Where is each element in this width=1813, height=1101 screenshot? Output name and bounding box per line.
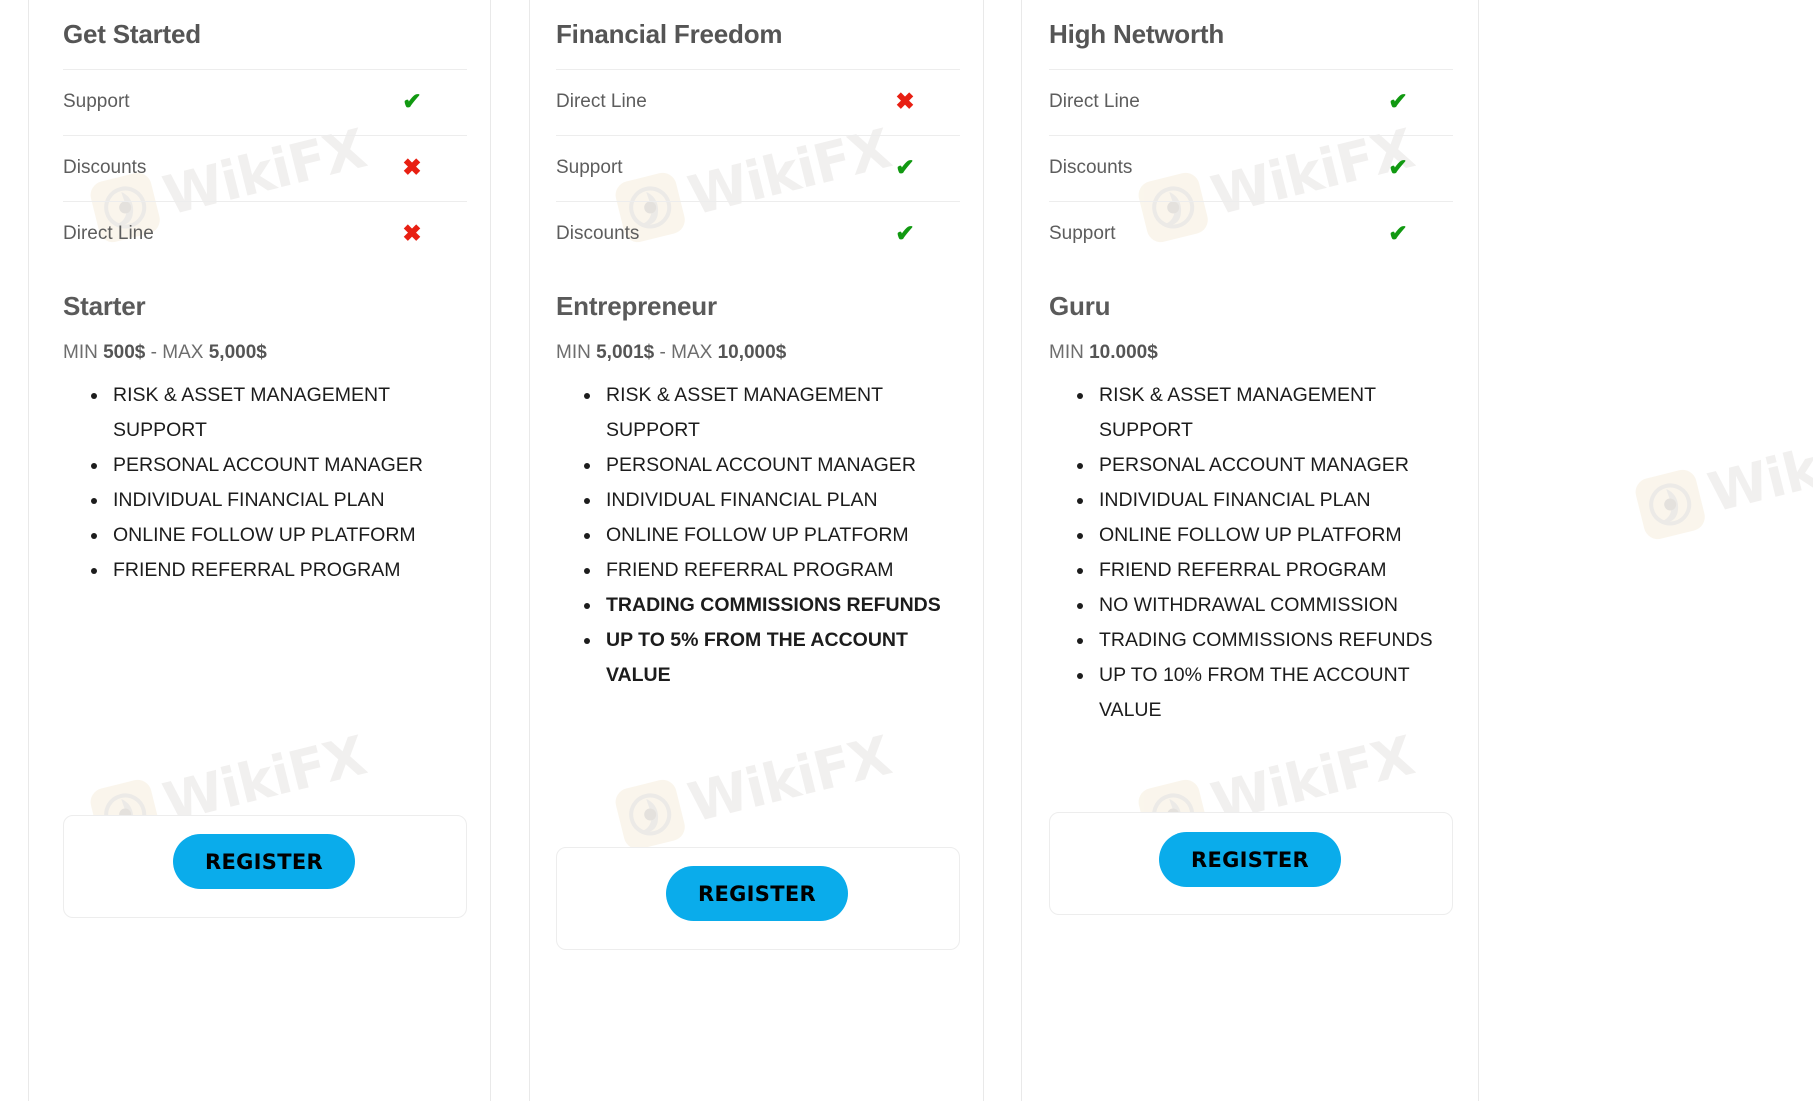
pricing-plans-page: Get Started Support ✔ Discounts ✖ Direct Lin… [0,0,1813,1101]
column-divider [983,0,984,1101]
feature-row: Support ✔ [63,68,467,135]
register-button[interactable]: REGISTER [173,834,355,889]
feature-row: Discounts ✔ [1049,134,1453,201]
benefit-item: ONLINE FOLLOW UP PLATFORM [1077,518,1444,553]
feature-label: Support [1049,200,1343,267]
benefit-item: TRADING COMMISSIONS REFUNDS [584,588,951,623]
benefit-list: RISK & ASSET MANAGEMENT SUPPORT PERSONAL … [1049,364,1459,728]
benefit-item: INDIVIDUAL FINANCIAL PLAN [584,483,951,518]
benefit-item: FRIEND REFERRAL PROGRAM [584,553,951,588]
feature-value-cell: ✔ [1343,134,1453,201]
check-icon: ✔ [1388,154,1408,180]
benefit-item: ONLINE FOLLOW UP PLATFORM [91,518,458,553]
column-divider [28,0,29,1101]
feature-label: Direct Line [1049,68,1343,135]
plan-price: MIN 10.000$ [1049,342,1158,363]
price-min-value: 500$ [103,342,146,363]
column-divider [1478,0,1479,1101]
column-header: Financial Freedom [556,19,783,49]
benefit-item: PERSONAL ACCOUNT MANAGER [1077,448,1444,483]
register-button[interactable]: REGISTER [666,866,848,921]
check-icon: ✔ [895,220,915,247]
feature-table: Support ✔ Discounts ✖ Direct Line ✖ [63,68,467,267]
plan-name: Starter [63,291,146,321]
pricing-column-1: Get Started Support ✔ Discounts ✖ Direct Lin… [63,0,473,588]
feature-row: Discounts ✖ [63,134,467,201]
feature-value-cell: ✔ [357,68,467,135]
pricing-column-2: Financial Freedom Direct Line ✖ Support ✔ Di… [556,0,966,693]
feature-value-cell: ✖ [357,134,467,201]
column-divider [1021,0,1022,1101]
feature-label: Discounts [1049,134,1343,201]
price-min-value: 10.000$ [1089,342,1158,363]
plan-price: MIN 500$ - MAX 5,000$ [63,342,267,363]
feature-table-body: Direct Line ✖ Support ✔ Discounts ✔ [556,68,960,267]
feature-label: Support [63,68,357,135]
feature-table: Direct Line ✔ Discounts ✔ Support ✔ [1049,68,1453,267]
benefit-item: RISK & ASSET MANAGEMENT SUPPORT [91,378,458,448]
register-button[interactable]: REGISTER [1159,832,1341,887]
feature-row: Direct Line ✖ [63,200,467,267]
check-icon: ✔ [895,154,915,180]
cross-icon: ✖ [402,220,422,247]
check-icon: ✔ [1388,88,1408,114]
benefit-item: FRIEND REFERRAL PROGRAM [91,553,458,588]
benefit-item: NO WITHDRAWAL COMMISSION [1077,588,1444,623]
feature-value-cell: ✔ [850,134,960,201]
price-min-value: 5,001$ [596,342,655,363]
cross-icon: ✖ [402,154,422,180]
column-header: High Networth [1049,19,1225,49]
benefit-item: UP TO 10% FROM THE ACCOUNT VALUE [1077,658,1444,728]
feature-row: Support ✔ [1049,200,1453,267]
feature-table-body: Support ✔ Discounts ✖ Direct Line ✖ [63,68,467,267]
pricing-column-3: High Networth Direct Line ✔ Discounts ✔ Supp… [1049,0,1459,728]
feature-value-cell: ✔ [1343,68,1453,135]
plan-name: Entrepreneur [556,291,717,321]
benefit-list: RISK & ASSET MANAGEMENT SUPPORT PERSONAL … [556,364,966,693]
column-divider [529,0,530,1101]
feature-row: Discounts ✔ [556,200,960,267]
feature-label: Discounts [556,200,850,267]
benefit-item: FRIEND REFERRAL PROGRAM [1077,553,1444,588]
benefit-item: PERSONAL ACCOUNT MANAGER [91,448,458,483]
feature-label: Support [556,134,850,201]
feature-value-cell: ✖ [850,68,960,135]
plan-name: Guru [1049,291,1111,321]
benefit-item: INDIVIDUAL FINANCIAL PLAN [1077,483,1444,518]
feature-label: Direct Line [63,200,357,267]
feature-label: Direct Line [556,68,850,135]
column-divider [490,0,491,1101]
check-icon: ✔ [402,88,422,114]
feature-value-cell: ✔ [1343,200,1453,267]
feature-value-cell: ✔ [850,200,960,267]
feature-row: Support ✔ [556,134,960,201]
benefit-item: INDIVIDUAL FINANCIAL PLAN [91,483,458,518]
benefit-list: RISK & ASSET MANAGEMENT SUPPORT PERSONAL … [63,364,473,588]
benefit-item: ONLINE FOLLOW UP PLATFORM [584,518,951,553]
feature-label: Discounts [63,134,357,201]
cross-icon: ✖ [895,88,915,114]
benefit-item: TRADING COMMISSIONS REFUNDS [1077,623,1444,658]
price-max-value: 10,000$ [717,342,787,363]
benefit-item: RISK & ASSET MANAGEMENT SUPPORT [584,378,951,448]
feature-table-body: Direct Line ✔ Discounts ✔ Support ✔ [1049,68,1453,267]
price-max-value: 5,000$ [208,342,267,363]
benefit-item: RISK & ASSET MANAGEMENT SUPPORT [1077,378,1444,448]
feature-row: Direct Line ✖ [556,68,960,135]
column-header: Get Started [63,19,201,49]
benefit-item: UP TO 5% FROM THE ACCOUNT VALUE [584,623,951,693]
feature-table: Direct Line ✖ Support ✔ Discounts ✔ [556,68,960,267]
feature-row: Direct Line ✔ [1049,68,1453,135]
feature-value-cell: ✖ [357,200,467,267]
plan-price: MIN 5,001$ - MAX 10,000$ [556,342,787,363]
benefit-item: PERSONAL ACCOUNT MANAGER [584,448,951,483]
check-icon: ✔ [1388,220,1408,247]
